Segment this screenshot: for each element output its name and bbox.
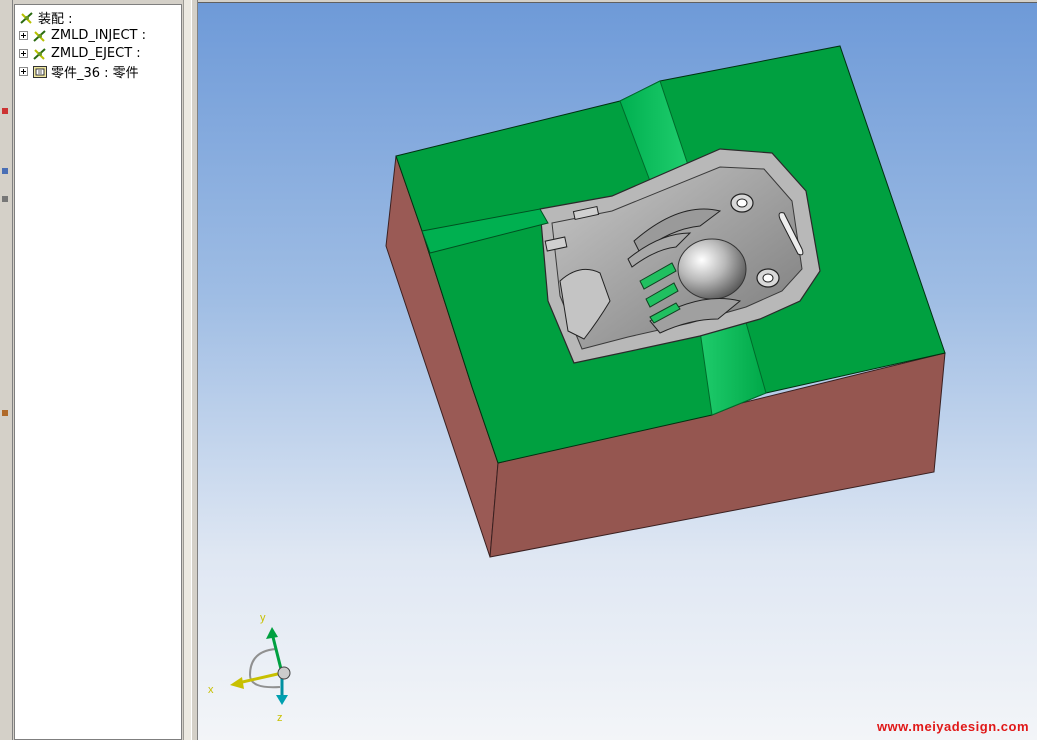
panel-splitter[interactable]	[191, 0, 198, 740]
x-axis-head-icon	[230, 677, 244, 689]
triad-arc-icon	[248, 648, 281, 689]
tree-item-zmld-inject[interactable]: ZMLD_INJECT :	[19, 27, 146, 44]
y-axis-head-icon	[266, 627, 278, 639]
toolbar-marker	[2, 108, 8, 114]
tree-item-part-36[interactable]: 零件_36 : 零件	[19, 63, 139, 81]
expand-icon[interactable]	[19, 49, 28, 58]
assembly-icon	[33, 47, 46, 60]
tree-item-label: ZMLD_EJECT :	[51, 46, 141, 61]
part-icon	[33, 65, 47, 78]
left-toolbar-strip	[0, 0, 13, 740]
expand-icon[interactable]	[19, 67, 28, 76]
axis-label-z: z	[277, 712, 283, 724]
tree-root-label: 装配 :	[38, 12, 73, 27]
assembly-icon	[33, 29, 46, 42]
y-axis-arrow-icon	[270, 632, 284, 674]
watermark: www.meiyadesign.com	[876, 719, 1029, 734]
tree-item-label: ZMLD_INJECT :	[51, 28, 147, 43]
tree-item-label: 零件_36 : 零件	[51, 66, 139, 81]
tree-root[interactable]: 装配 :	[19, 9, 73, 27]
z-axis-head-icon	[276, 695, 288, 705]
triad-origin-icon	[277, 666, 291, 680]
axis-label-x: x	[208, 684, 214, 696]
expand-icon[interactable]	[19, 31, 28, 40]
boss-hole-inner	[736, 198, 748, 208]
axis-label-y: y	[260, 612, 266, 624]
axis-triad: y x z	[208, 612, 291, 724]
tree-item-zmld-eject[interactable]: ZMLD_EJECT :	[19, 45, 141, 62]
dome-feature	[677, 238, 747, 300]
assembly-icon	[20, 11, 33, 24]
x-axis-arrow-icon	[237, 671, 283, 685]
assembly-tree-panel[interactable]: 装配 : ZMLD_INJECT : ZMLD_EJECT : 零件_36 : …	[14, 4, 182, 740]
mold-model[interactable]	[198, 3, 1037, 740]
boss-hole-inner	[762, 273, 774, 283]
toolbar-marker	[2, 168, 8, 174]
toolbar-marker	[2, 196, 8, 202]
3d-viewport[interactable]: y x z www.meiyadesign.com	[198, 2, 1037, 740]
toolbar-marker	[2, 410, 8, 416]
